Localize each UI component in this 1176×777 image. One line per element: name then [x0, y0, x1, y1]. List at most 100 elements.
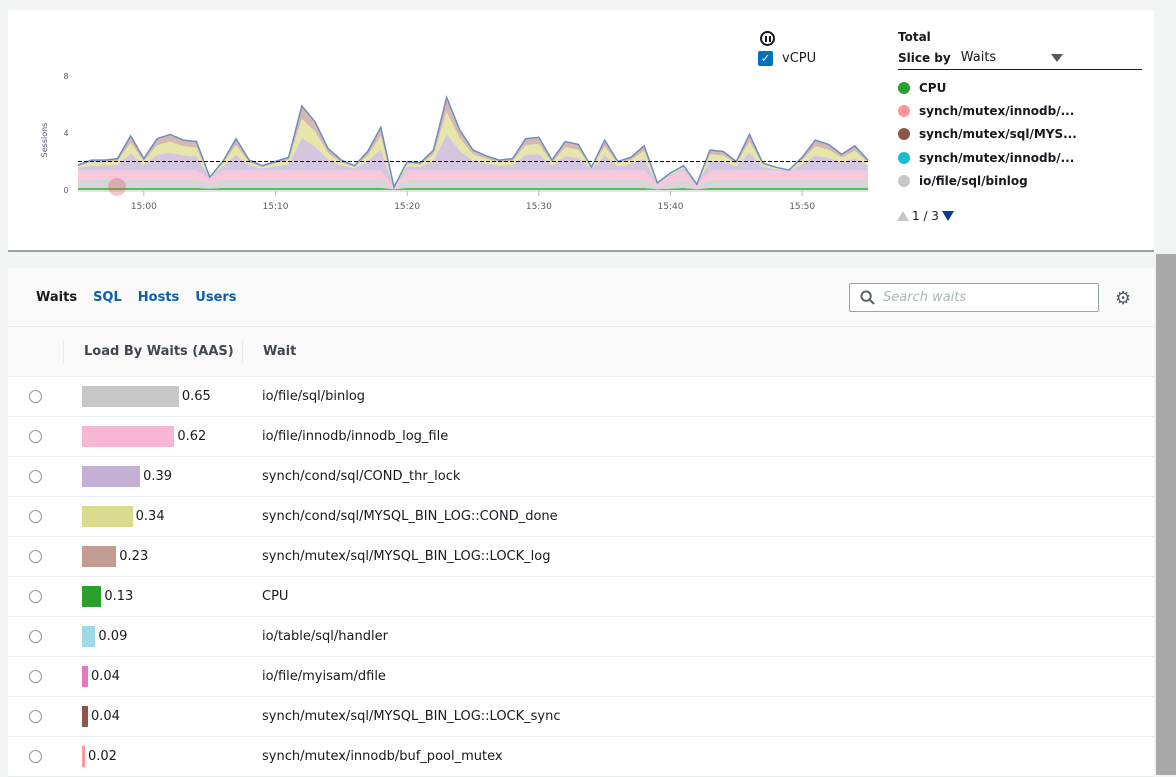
legend-item[interactable]: synch/mutex/innodb/... — [898, 99, 1142, 122]
x-tick-label: 15:40 — [658, 202, 684, 212]
x-tick-label: 15:20 — [394, 202, 420, 212]
gear-icon[interactable]: ⚙ — [1115, 288, 1131, 309]
row-radio[interactable] — [29, 670, 42, 683]
wait-name: synch/cond/sql/COND_thr_lock — [262, 469, 461, 484]
y-axis-label: Sessions — [40, 123, 49, 158]
load-value: 0.02 — [87, 749, 117, 764]
legend-item[interactable]: synch/mutex/sql/MYS... — [898, 123, 1142, 146]
table-header: Load By Waits (AAS) Wait — [8, 326, 1154, 377]
load-bar — [82, 746, 85, 767]
search-box[interactable] — [849, 283, 1099, 312]
table-row[interactable]: 0.39 synch/cond/sql/COND_thr_lock — [8, 457, 1154, 497]
load-value: 0.62 — [177, 429, 207, 444]
load-bar — [82, 506, 133, 527]
legend: Total Slice by Waits CPU synch/mutex/inno… — [898, 30, 1142, 195]
legend-item[interactable]: CPU — [898, 76, 1142, 99]
legend-item[interactable]: io/file/innodb/innodb — [898, 192, 1142, 195]
y-tick-label: 0 — [63, 186, 68, 195]
table-row[interactable]: 0.04 synch/mutex/sql/MYSQL_BIN_LOG::LOCK… — [8, 697, 1154, 737]
waits-panel: Waits SQL Hosts Users ⚙ Load By Waits (A… — [8, 268, 1154, 777]
load-value: 0.34 — [135, 509, 165, 524]
load-bar — [82, 626, 96, 647]
area-series-1 — [78, 179, 868, 190]
divider — [8, 254, 1154, 268]
legend-swatch — [898, 128, 910, 141]
tab-hosts[interactable]: Hosts — [138, 290, 180, 305]
legend-swatch — [898, 81, 910, 94]
scrollbar[interactable] — [1156, 254, 1176, 775]
load-bar — [82, 386, 179, 407]
page-down-icon[interactable] — [941, 211, 954, 221]
row-radio[interactable] — [29, 710, 42, 723]
row-radio[interactable] — [29, 510, 42, 523]
search-icon — [860, 290, 875, 305]
load-bar — [82, 666, 88, 687]
load-value: 0.13 — [104, 589, 134, 604]
slice-by-label: Slice by — [898, 50, 951, 65]
load-value: 0.39 — [143, 469, 173, 484]
caret-down-icon[interactable] — [1050, 53, 1063, 62]
x-tick-label: 15:30 — [526, 202, 552, 212]
row-radio[interactable] — [29, 550, 42, 563]
legend-swatch — [898, 174, 910, 187]
y-tick-label: 4 — [63, 129, 68, 138]
wait-name: io/file/myisam/dfile — [262, 669, 386, 684]
row-radio[interactable] — [29, 430, 42, 443]
load-value: 0.65 — [181, 389, 211, 404]
dimension-tabs: Waits SQL Hosts Users — [36, 290, 237, 305]
slice-by-select[interactable]: Slice by Waits — [898, 50, 1142, 70]
table-row[interactable]: 0.34 synch/cond/sql/MYSQL_BIN_LOG::COND_… — [8, 497, 1154, 537]
row-radio[interactable] — [29, 750, 42, 763]
load-chart: 0 4 8 Sessions 15:00 15:10 15:20 15:30 15:40 15:5… — [40, 72, 869, 212]
load-value: 0.04 — [90, 709, 120, 724]
legend-list: CPU synch/mutex/innodb/... synch/mutex/sql… — [898, 76, 1142, 195]
table-row[interactable]: 0.62 io/file/innodb/innodb_log_file — [8, 417, 1154, 457]
legend-label: io/file/sql/binlog — [919, 173, 1028, 188]
wait-name: synch/mutex/sql/MYSQL_BIN_LOG::LOCK_sync — [262, 709, 561, 724]
tab-waits[interactable]: Waits — [36, 290, 77, 305]
column-wait[interactable]: Wait — [242, 340, 296, 363]
row-radio[interactable] — [29, 630, 42, 643]
table-row[interactable]: 0.65 io/file/sql/binlog — [8, 377, 1154, 417]
table-row[interactable]: 0.04 io/file/myisam/dfile — [8, 657, 1154, 697]
table-row[interactable]: 0.02 synch/mutex/innodb/buf_pool_mutex — [8, 737, 1154, 777]
load-bar — [82, 546, 117, 567]
tab-sql[interactable]: SQL — [93, 290, 122, 305]
wait-name: synch/mutex/innodb/buf_pool_mutex — [262, 749, 503, 764]
wait-name: synch/cond/sql/MYSQL_BIN_LOG::COND_done — [262, 509, 558, 524]
load-value: 0.04 — [90, 669, 120, 684]
wait-name: CPU — [262, 589, 289, 604]
wait-name: io/file/innodb/innodb_log_file — [262, 429, 449, 444]
column-load[interactable]: Load By Waits (AAS) — [63, 340, 234, 363]
page-up-icon[interactable] — [897, 211, 909, 221]
load-bar — [82, 586, 102, 607]
legend-page: 1 / 3 — [912, 209, 939, 223]
row-radio[interactable] — [29, 470, 42, 483]
legend-item[interactable]: io/file/sql/binlog — [898, 169, 1142, 192]
search-input[interactable] — [883, 290, 1083, 305]
table-body: 0.65 io/file/sql/binlog 0.62 io/file/inn… — [8, 377, 1154, 777]
table-row[interactable]: 0.23 synch/mutex/sql/MYSQL_BIN_LOG::LOCK… — [8, 537, 1154, 577]
table-row[interactable]: 0.09 io/table/sql/handler — [8, 617, 1154, 657]
y-tick-label: 8 — [63, 72, 68, 81]
tab-users[interactable]: Users — [195, 290, 236, 305]
load-bar — [82, 426, 175, 447]
load-bar — [82, 706, 88, 727]
legend-title: Total — [898, 30, 931, 44]
table-row[interactable]: 0.13 CPU — [8, 577, 1154, 617]
row-radio[interactable] — [29, 590, 42, 603]
row-radio[interactable] — [29, 390, 42, 403]
slice-by-value[interactable]: Waits — [961, 50, 1051, 65]
area-series-0 — [78, 187, 868, 190]
event-marker-icon[interactable] — [108, 178, 126, 196]
legend-label: CPU — [919, 80, 947, 95]
wait-name: io/file/sql/binlog — [262, 389, 366, 404]
wait-name: io/table/sql/handler — [262, 629, 388, 644]
legend-item[interactable]: synch/mutex/innodb/... — [898, 146, 1142, 169]
load-value: 0.23 — [119, 549, 149, 564]
load-bar — [82, 466, 141, 487]
wait-name: synch/mutex/sql/MYSQL_BIN_LOG::LOCK_log — [262, 549, 551, 564]
legend-label: synch/mutex/innodb/... — [919, 150, 1075, 165]
legend-swatch — [898, 151, 910, 164]
x-tick-label: 15:10 — [263, 202, 289, 212]
